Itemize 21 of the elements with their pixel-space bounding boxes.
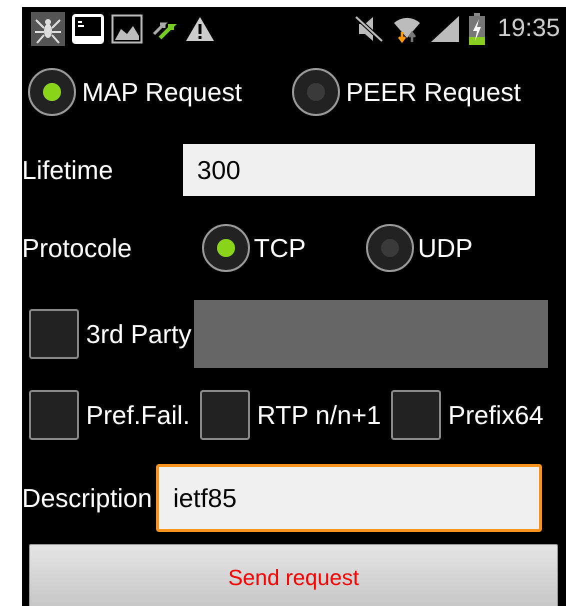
radio-option[interactable]: TCP <box>202 224 306 272</box>
field-label: Description <box>22 482 152 514</box>
field-label: Protocole <box>22 232 132 264</box>
radio-option[interactable]: MAP Request <box>28 68 242 116</box>
spider-app-icon <box>31 12 65 46</box>
checkbox-option[interactable]: Prefix64 <box>391 390 544 440</box>
input-field[interactable]: 300 <box>183 144 536 196</box>
signal-icon <box>429 14 462 44</box>
battery-charging-icon <box>468 12 486 44</box>
clock-time: 19:35 <box>497 14 560 43</box>
input-field[interactable]: ietf85 <box>156 464 542 532</box>
radio-option[interactable]: UDP <box>366 224 473 272</box>
warning-icon <box>185 14 215 42</box>
terminal-icon <box>72 14 104 44</box>
checkbox-option[interactable]: Pref.Fail. <box>29 390 190 440</box>
image-icon <box>111 14 143 44</box>
field-label: Lifetime <box>22 154 114 186</box>
radio-option[interactable]: PEER Request <box>292 68 521 116</box>
muted-speaker-icon <box>353 14 386 44</box>
checkbox-option[interactable]: RTP n/n+1 <box>200 390 382 440</box>
checkbox-option[interactable]: 3rd Party <box>29 309 192 359</box>
